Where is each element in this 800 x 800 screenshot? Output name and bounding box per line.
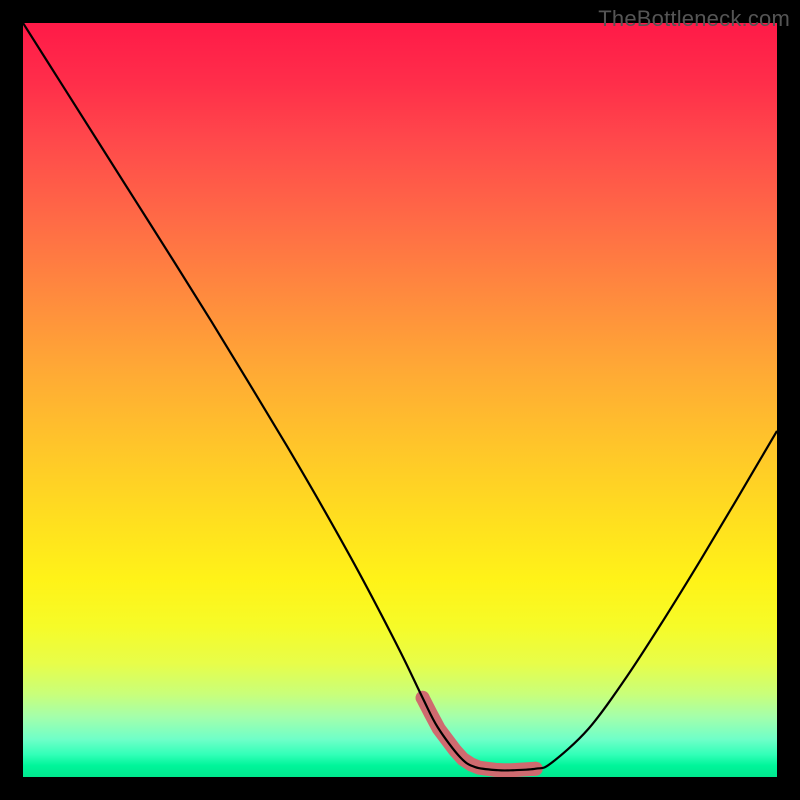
chart-area	[23, 23, 777, 777]
curve-svg	[23, 23, 777, 777]
bottleneck-curve-line	[23, 23, 777, 771]
watermark-text: TheBottleneck.com	[598, 6, 790, 32]
optimal-zone-band	[423, 698, 536, 770]
